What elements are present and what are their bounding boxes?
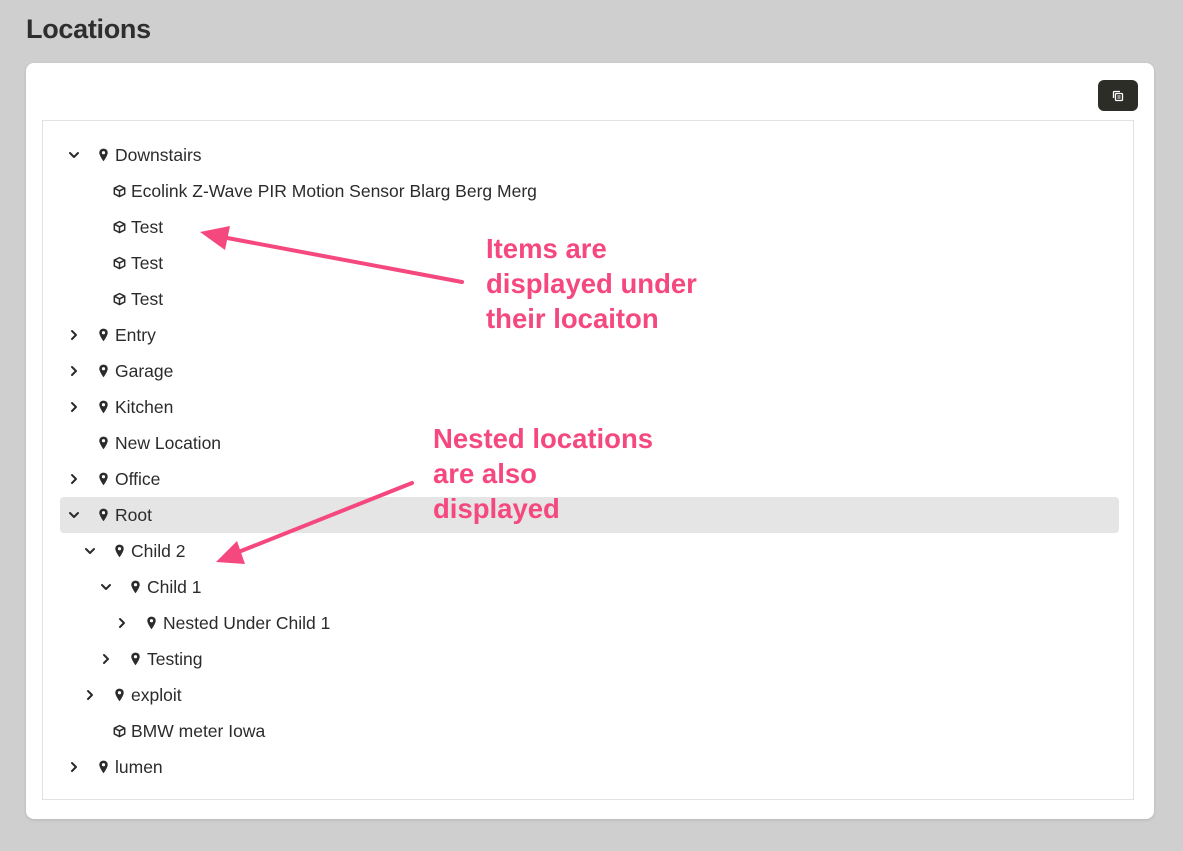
- map-pin-icon: [99, 472, 108, 486]
- tree-item-row[interactable]: Ecolink Z-Wave PIR Motion Sensor Blarg B…: [60, 173, 1119, 209]
- chevron-down-icon[interactable]: [100, 581, 112, 593]
- map-pin-icon: [99, 148, 108, 162]
- annotation-line: Nested locations: [433, 423, 654, 454]
- tree-location-row[interactable]: Child 2: [60, 533, 1119, 569]
- chevron-right-icon[interactable]: [116, 617, 128, 629]
- box-icon: [113, 256, 126, 270]
- annotation-line: displayed under: [486, 268, 697, 299]
- map-pin-icon: [99, 760, 108, 774]
- annotation-line: their locaiton: [486, 303, 659, 334]
- box-icon: [113, 724, 126, 738]
- chevron-right-icon[interactable]: [68, 473, 80, 485]
- tree-location-row[interactable]: Child 1: [60, 569, 1119, 605]
- chevron-down-icon[interactable]: [84, 545, 96, 557]
- chevron-right-icon[interactable]: [68, 761, 80, 773]
- tree-row-label: Testing: [147, 649, 203, 669]
- page: Locations Downstairs Ecolink Z-Wave PIR M…: [0, 0, 1183, 851]
- tree-location-row[interactable]: Testing: [60, 641, 1119, 677]
- map-pin-icon: [99, 364, 108, 378]
- tree-row-label: Kitchen: [115, 397, 174, 417]
- tree-row-label: Test: [131, 289, 164, 309]
- chevron-right-icon[interactable]: [68, 365, 80, 377]
- tree-row-label: BMW meter Iowa: [131, 721, 266, 741]
- tree-row-label: Root: [115, 505, 152, 525]
- tree-location-row[interactable]: exploit: [60, 677, 1119, 713]
- box-icon: [113, 220, 126, 234]
- annotation-line: displayed: [433, 493, 560, 524]
- map-pin-icon: [99, 328, 108, 342]
- map-pin-icon: [115, 688, 124, 702]
- map-pin-icon: [99, 508, 108, 522]
- tree-row-label: Child 1: [147, 577, 202, 597]
- page-title: Locations: [26, 14, 151, 44]
- tree-row-label: Test: [131, 217, 164, 237]
- tree-location-row[interactable]: Garage: [60, 353, 1119, 389]
- map-pin-icon: [115, 544, 124, 558]
- tree-location-row[interactable]: Nested Under Child 1: [60, 605, 1119, 641]
- chevron-right-icon[interactable]: [68, 401, 80, 413]
- tree-row-label: New Location: [115, 433, 222, 453]
- annotation-line: are also: [433, 458, 537, 489]
- map-pin-icon: [99, 436, 108, 450]
- annotation-items: Items are displayed under their locaiton: [486, 231, 697, 336]
- annotation-line: Items are: [486, 233, 607, 264]
- chevron-right-icon[interactable]: [100, 653, 112, 665]
- box-icon: [113, 292, 126, 306]
- tree-location-row[interactable]: Kitchen: [60, 389, 1119, 425]
- chevron-down-icon[interactable]: [68, 509, 80, 521]
- tree-row-label: Nested Under Child 1: [163, 613, 331, 633]
- tree-row-label: Entry: [115, 325, 156, 345]
- annotation-nested: Nested locations are also displayed: [433, 421, 653, 526]
- copy-button[interactable]: [1098, 80, 1138, 111]
- tree-row-label: Ecolink Z-Wave PIR Motion Sensor Blarg B…: [131, 181, 537, 201]
- map-pin-icon: [131, 652, 140, 666]
- tree-location-row[interactable]: Downstairs: [60, 137, 1119, 173]
- map-pin-icon: [99, 400, 108, 414]
- tree-row-label: Downstairs: [115, 145, 202, 165]
- tree-row-label: exploit: [131, 685, 182, 705]
- tree-location-row[interactable]: lumen: [60, 749, 1119, 785]
- tree-row-label: lumen: [115, 757, 163, 777]
- chevron-right-icon[interactable]: [84, 689, 96, 701]
- chevron-down-icon[interactable]: [68, 149, 80, 161]
- map-pin-icon: [131, 580, 140, 594]
- box-icon: [113, 184, 126, 198]
- tree-row-label: Test: [131, 253, 164, 273]
- tree-row-label: Office: [115, 469, 161, 489]
- tree-row-label: Child 2: [131, 541, 186, 561]
- chevron-right-icon[interactable]: [68, 329, 80, 341]
- copy-icon: [1112, 90, 1124, 101]
- tree-item-row[interactable]: BMW meter Iowa: [60, 713, 1119, 749]
- map-pin-icon: [147, 616, 156, 630]
- tree-row-label: Garage: [115, 361, 174, 381]
